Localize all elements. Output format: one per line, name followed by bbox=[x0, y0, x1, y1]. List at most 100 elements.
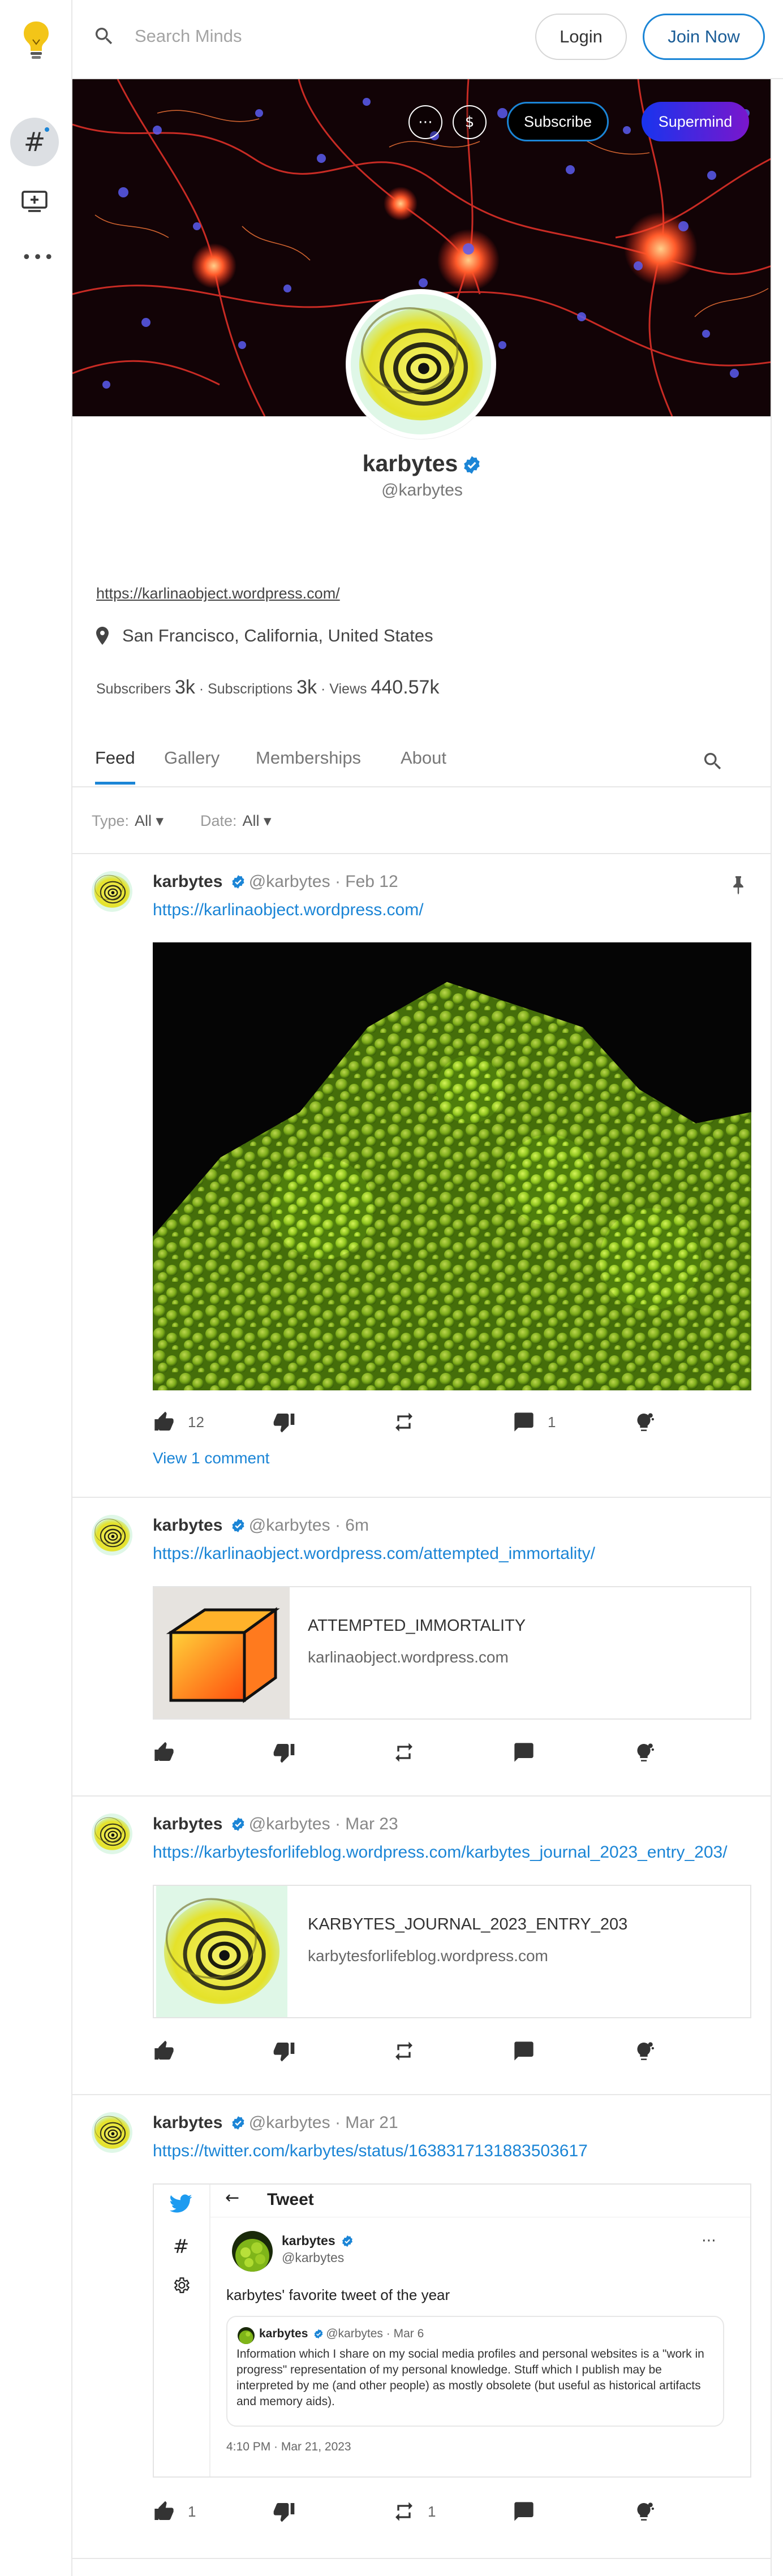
channel-main: ⋯ $ Subscribe Supermind karbytes @karbyt… bbox=[72, 79, 772, 2576]
feed-search-icon[interactable] bbox=[702, 750, 724, 773]
more-icon[interactable]: ••• bbox=[21, 248, 55, 268]
back-arrow-icon[interactable]: ← bbox=[225, 2188, 239, 2208]
post-author-name[interactable]: karbytes bbox=[153, 1516, 222, 1535]
upvote-button[interactable]: 12 bbox=[153, 1411, 204, 1433]
boost-icon[interactable] bbox=[20, 190, 49, 213]
upvote-button[interactable] bbox=[153, 1741, 188, 1764]
post-author-handle[interactable]: @karbytes bbox=[249, 1516, 330, 1535]
post-author-name[interactable]: karbytes bbox=[153, 2113, 222, 2132]
join-now-button[interactable]: Join Now bbox=[643, 14, 765, 60]
search-icon[interactable] bbox=[93, 25, 115, 48]
hash-icon[interactable]: # bbox=[10, 118, 59, 166]
post-link[interactable]: https://karlinaobject.wordpress.com/atte… bbox=[153, 1544, 595, 1563]
remind-button[interactable] bbox=[393, 1741, 428, 1764]
post-link[interactable]: https://twitter.com/karbytes/status/1638… bbox=[153, 2142, 588, 2161]
twitter-bird-icon[interactable] bbox=[166, 2189, 196, 2219]
tab-memberships[interactable]: Memberships bbox=[256, 748, 361, 782]
downvote-button[interactable] bbox=[273, 1411, 295, 1433]
view-comments-link[interactable]: View 1 comment bbox=[153, 1449, 269, 1467]
login-button[interactable]: Login bbox=[535, 14, 627, 60]
thumb-up-icon bbox=[153, 2500, 175, 2523]
comment-button[interactable] bbox=[513, 2040, 548, 2062]
feed-post: karbytes @karbytes · Mar 21 https://twit… bbox=[72, 2095, 771, 2559]
verified-badge-icon bbox=[231, 875, 246, 889]
supermind-action-button[interactable] bbox=[633, 2500, 655, 2523]
post-avatar[interactable] bbox=[92, 2112, 132, 2153]
post-avatar[interactable] bbox=[92, 1813, 132, 1854]
supermind-action-button[interactable] bbox=[633, 1411, 655, 1433]
remind-button[interactable] bbox=[393, 2040, 428, 2062]
thumb-down-icon bbox=[273, 1411, 295, 1433]
supermind-action-button[interactable] bbox=[633, 1741, 655, 1764]
upvote-button[interactable] bbox=[153, 2040, 188, 2062]
downvote-button[interactable] bbox=[273, 2500, 295, 2523]
post-author-handle[interactable]: @karbytes bbox=[249, 872, 330, 891]
top-bar: Login Join Now bbox=[72, 0, 783, 79]
tweet-author-handle[interactable]: @karbytes bbox=[282, 2250, 344, 2265]
tab-feed[interactable]: Feed bbox=[95, 748, 135, 785]
comment-button[interactable] bbox=[513, 2500, 548, 2523]
post-time[interactable]: Mar 21 bbox=[345, 2113, 398, 2132]
comment-icon bbox=[513, 2040, 535, 2062]
supermind-action-button[interactable] bbox=[633, 2040, 655, 2062]
supermind-icon bbox=[633, 1411, 655, 1433]
comment-button[interactable] bbox=[513, 1741, 548, 1764]
verified-badge-icon bbox=[341, 2235, 354, 2247]
post-image-romanesco[interactable] bbox=[153, 942, 751, 1390]
subscribers-count[interactable]: 3k bbox=[175, 677, 195, 698]
downvote-button[interactable] bbox=[273, 1741, 295, 1764]
link-preview-thumbnail bbox=[154, 1886, 290, 2017]
verified-badge-icon bbox=[313, 2329, 324, 2339]
post-link[interactable]: https://karlinaobject.wordpress.com/ bbox=[153, 901, 424, 920]
link-preview-card[interactable]: KARBYTES_JOURNAL_2023_ENTRY_203 karbytes… bbox=[153, 1885, 751, 2018]
tweet-embed-title: Tweet bbox=[267, 2190, 314, 2209]
quoted-tweet-header: karbytes @karbytes · Mar 6 bbox=[259, 2327, 424, 2340]
verified-badge-icon bbox=[462, 455, 481, 475]
link-preview-card[interactable]: ATTEMPTED_IMMORTALITY karlinaobject.word… bbox=[153, 1586, 751, 1720]
tweet-embed-rail: # bbox=[154, 2185, 210, 2476]
type-filter[interactable]: Type: All ▾ bbox=[92, 812, 164, 830]
stat-separator: · bbox=[317, 681, 330, 697]
post-avatar[interactable] bbox=[92, 871, 132, 912]
remind-button[interactable] bbox=[393, 1411, 428, 1433]
post-link[interactable]: https://karbytesforlifeblog.wordpress.co… bbox=[153, 1843, 728, 1862]
post-author-name[interactable]: karbytes bbox=[153, 1815, 222, 1833]
tweet-author-avatar[interactable] bbox=[232, 2231, 273, 2272]
quoted-tweet-text: Information which I share on my social m… bbox=[236, 2347, 704, 2408]
tweet-author-name[interactable]: karbytes bbox=[282, 2233, 354, 2248]
subscriptions-count[interactable]: 3k bbox=[296, 677, 317, 698]
upvote-button[interactable]: 1 bbox=[153, 2500, 196, 2523]
post-author-handle[interactable]: @karbytes bbox=[249, 1815, 330, 1833]
more-options-icon[interactable]: ⋯ bbox=[408, 105, 442, 139]
date-filter[interactable]: Date: All ▾ bbox=[200, 812, 272, 830]
supermind-button[interactable]: Supermind bbox=[642, 102, 749, 141]
feed-post: karbytes @karbytes · 6m https://karlinao… bbox=[72, 1498, 771, 1797]
quoted-tweet[interactable]: karbytes @karbytes · Mar 6 Information w… bbox=[226, 2316, 724, 2427]
tweet-timestamp[interactable]: 4:10 PM · Mar 21, 2023 bbox=[226, 2440, 351, 2454]
channel-avatar[interactable] bbox=[346, 290, 496, 439]
tab-about[interactable]: About bbox=[401, 748, 446, 782]
post-author-handle[interactable]: @karbytes bbox=[249, 2113, 330, 2132]
tip-dollar-icon[interactable]: $ bbox=[453, 105, 487, 139]
search-input[interactable] bbox=[135, 23, 474, 50]
subscribe-button[interactable]: Subscribe bbox=[507, 102, 609, 141]
downvote-button[interactable] bbox=[273, 2040, 295, 2062]
minds-bulb-logo[interactable] bbox=[20, 19, 52, 61]
channel-name: karbytes bbox=[72, 450, 772, 477]
tab-gallery[interactable]: Gallery bbox=[164, 748, 220, 782]
comment-button[interactable]: 1 bbox=[513, 1411, 556, 1433]
post-avatar[interactable] bbox=[92, 1515, 132, 1556]
post-time[interactable]: 6m bbox=[345, 1516, 369, 1535]
post-time[interactable]: Feb 12 bbox=[345, 872, 398, 891]
post-time[interactable]: Mar 23 bbox=[345, 1815, 398, 1833]
supermind-icon bbox=[633, 2500, 655, 2523]
tweet-menu-icon[interactable]: ⋯ bbox=[702, 2232, 716, 2249]
gear-icon[interactable] bbox=[166, 2271, 196, 2300]
channel-website-link[interactable]: https://karlinaobject.wordpress.com/ bbox=[96, 585, 340, 602]
explore-hash-icon[interactable]: # bbox=[166, 2232, 196, 2261]
post-author-name[interactable]: karbytes bbox=[153, 872, 222, 891]
tweet-embed[interactable]: # ← Tweet karbytes @karbytes ⋯ karbytes'… bbox=[153, 2183, 751, 2478]
supermind-icon bbox=[633, 2040, 655, 2062]
channel-handle: @karbytes bbox=[381, 481, 463, 499]
remind-button[interactable]: 1 bbox=[393, 2500, 436, 2523]
